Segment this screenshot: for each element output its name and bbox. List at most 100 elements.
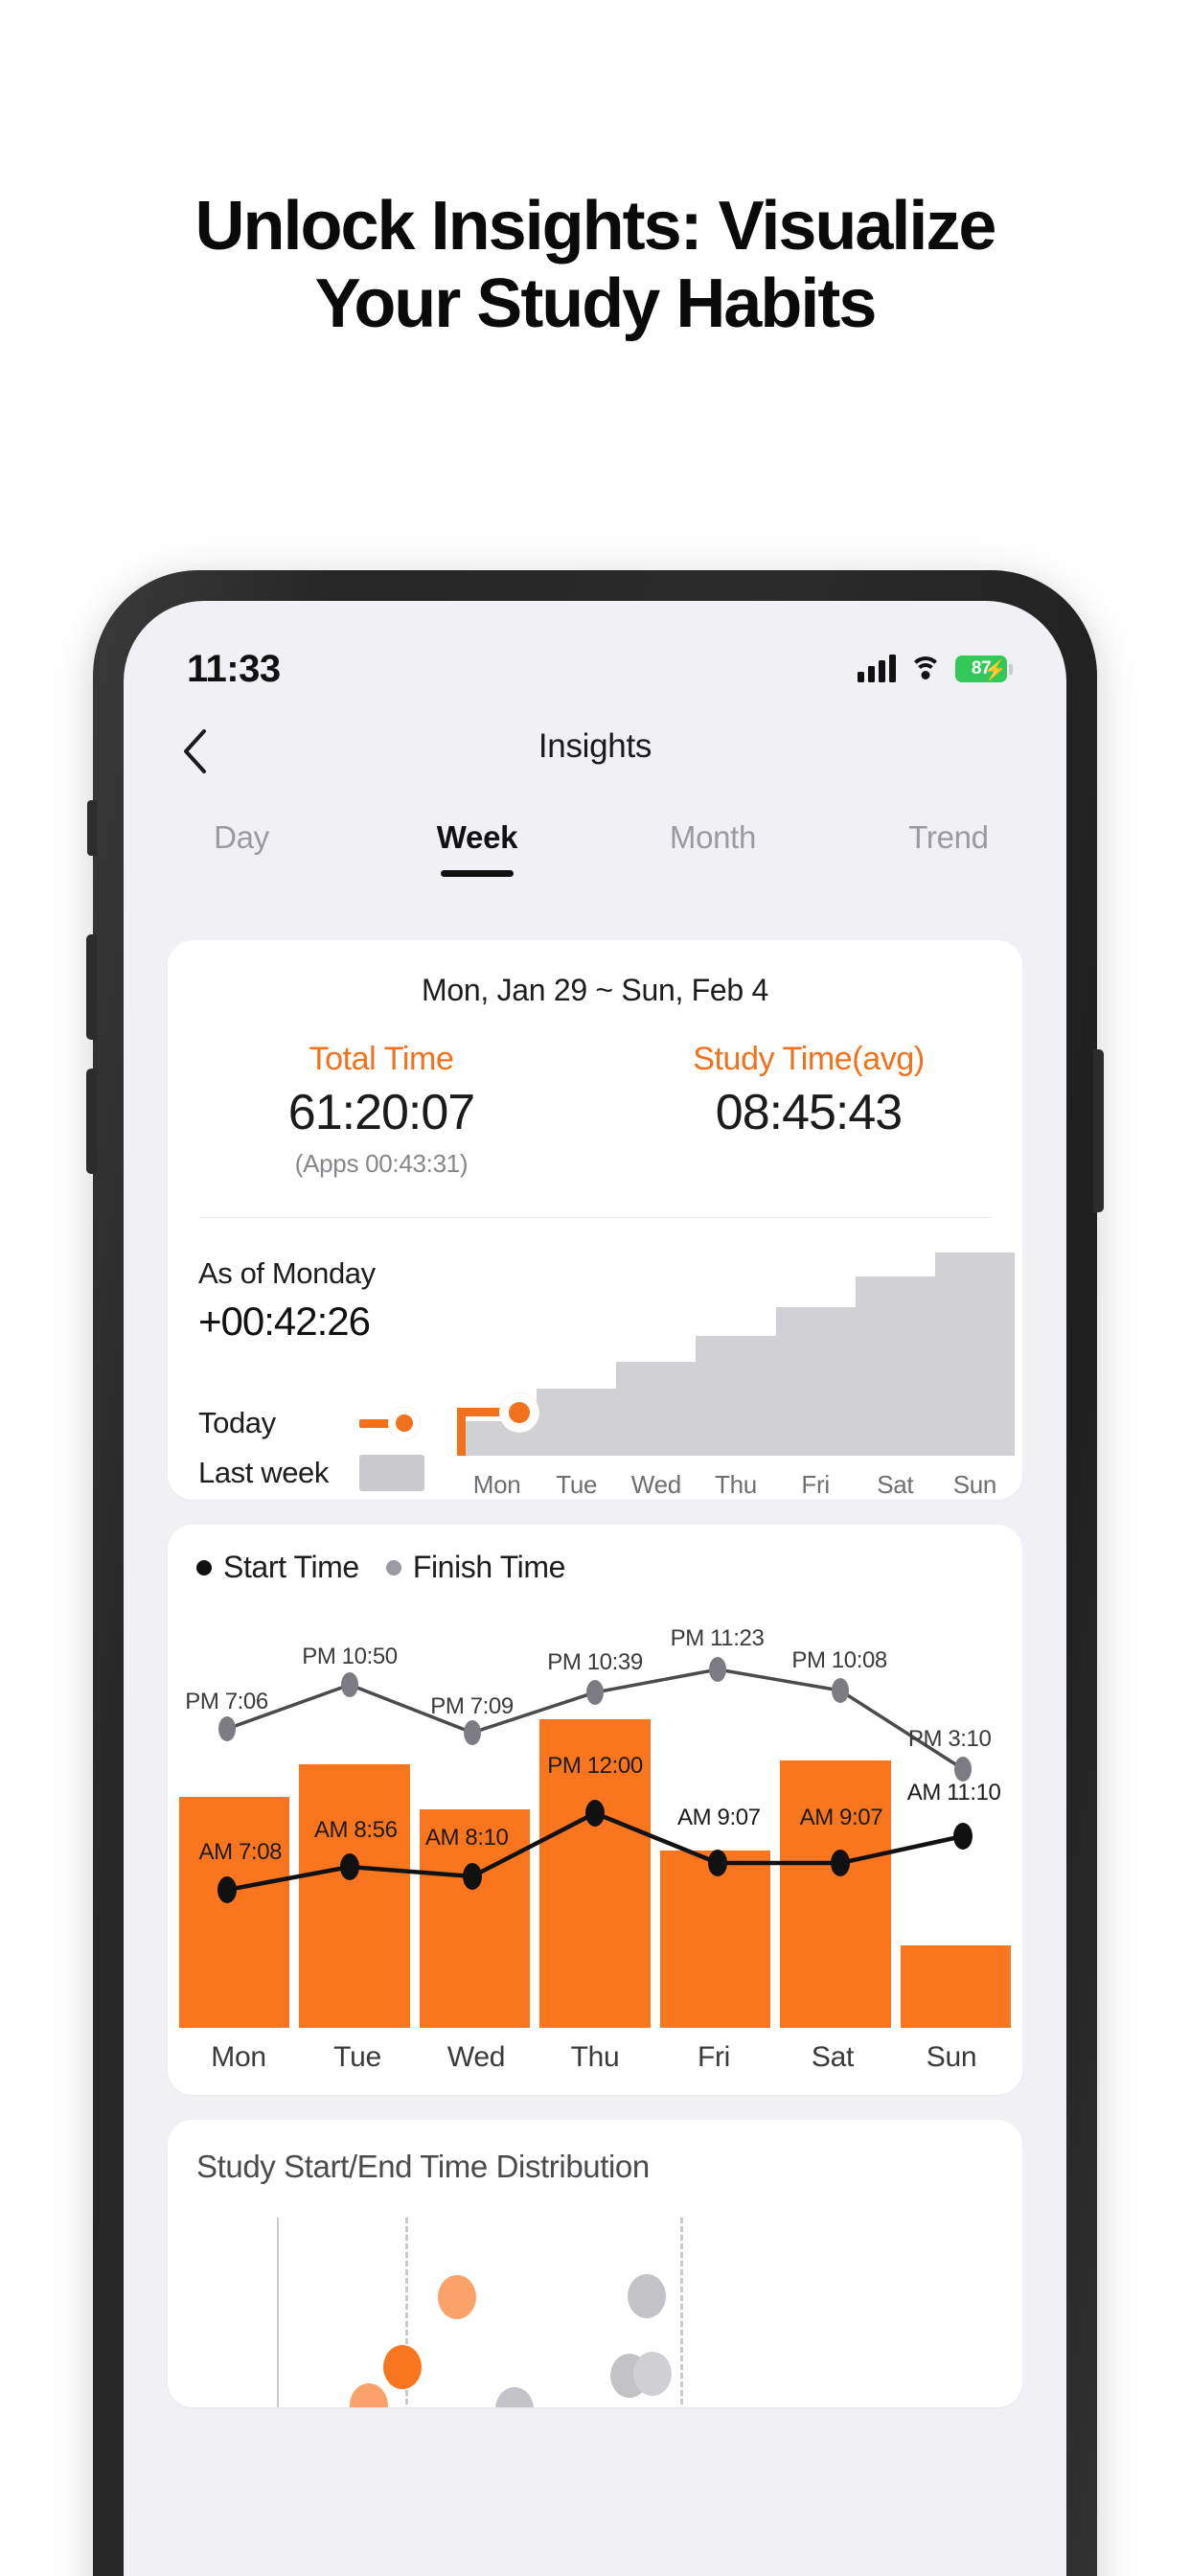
legend-last-week-swatch-icon: [359, 1455, 424, 1491]
start-label-mon: AM 7:08: [198, 1839, 283, 1866]
scatter-dot-start: [438, 2275, 476, 2319]
x2-tick-mon: Mon: [211, 2041, 266, 2073]
legend-row-today: Today: [198, 1398, 457, 1448]
start-time-dot-icon: [196, 1559, 212, 1576]
headline-line-1: Unlock Insights: Visualize: [195, 188, 997, 264]
x-tick-tue: Tue: [556, 1470, 598, 1499]
navigation-bar: Insights: [124, 708, 1066, 800]
cumulative-step-chart: Mon Tue Wed Thu Fri Sat Sun: [457, 1253, 1015, 1500]
legend-start-time-label: Start Time: [223, 1550, 359, 1584]
legend-start-time: Start Time: [196, 1550, 359, 1585]
x-tick-thu: Thu: [715, 1470, 757, 1499]
tab-trend[interactable]: Trend: [831, 810, 1066, 856]
x2-tick-thu: Thu: [570, 2041, 620, 2073]
phone-screen: 11:33 87 ⚡ Insights Day Week Month Trend…: [124, 601, 1066, 2576]
wifi-icon: [909, 656, 942, 681]
start-label-sat: AM 9:07: [799, 1804, 883, 1830]
step-bar: [696, 1335, 776, 1456]
finish-label-fri: PM 11:23: [670, 1624, 765, 1651]
legend-row-last-week: Last week: [198, 1448, 457, 1498]
avg-study-time-label: Study Time(avg): [693, 1041, 925, 1077]
as-of-left-column: As of Monday +00:42:26 Today Last week: [198, 1253, 457, 1500]
volume-down-button[interactable]: [86, 1069, 97, 1174]
volume-up-button[interactable]: [86, 934, 97, 1040]
weekly-summary-card: Mon, Jan 29 ~ Sun, Feb 4 Total Time 61:2…: [168, 940, 1022, 1500]
step-bar: [775, 1307, 856, 1456]
legend-last-week-label: Last week: [198, 1456, 329, 1489]
step-bar: [855, 1276, 935, 1456]
legend-finish-time-label: Finish Time: [412, 1550, 566, 1584]
start-finish-chart: PM 7:06 PM 10:50 PM 7:09 PM 10:39 PM 11:…: [168, 1616, 1022, 2028]
phone-mockup: 11:33 87 ⚡ Insights Day Week Month Trend…: [86, 570, 1104, 2576]
as-of-delta-value: +00:42:26: [198, 1299, 371, 1344]
period-tabs: Day Week Month Trend: [124, 810, 1066, 906]
avg-study-time-block: Study Time(avg) 08:45:43: [595, 1041, 1022, 1179]
finish-label-wed: PM 7:09: [430, 1692, 514, 1719]
x2-tick-sat: Sat: [811, 2041, 855, 2073]
start-label-thu: PM 12:00: [547, 1752, 643, 1779]
legend-finish-time: Finish Time: [385, 1550, 566, 1585]
legend-today-label: Today: [198, 1406, 276, 1439]
scatter-dot-end: [628, 2274, 666, 2318]
finish-label-tue: PM 10:50: [302, 1644, 398, 1669]
page-title: Unlock Insights: Visualize Your Study Ha…: [0, 188, 1190, 342]
start-finish-legend: Start Time Finish Time: [168, 1550, 1022, 1585]
promo-page: Unlock Insights: Visualize Your Study Ha…: [0, 0, 1190, 2576]
x2-tick-sun: Sun: [926, 2041, 977, 2073]
finish-label-mon: PM 7:06: [185, 1689, 268, 1715]
time-line-overlay: [217, 1657, 973, 1903]
y-axis-line: [277, 2218, 279, 2407]
apps-time-value: (Apps 00:43:31): [294, 1149, 469, 1178]
distribution-title: Study Start/End Time Distribution: [196, 2149, 650, 2184]
screen-title: Insights: [538, 727, 652, 765]
start-label-tue: AM 8:56: [313, 1816, 398, 1843]
mute-switch-button[interactable]: [87, 800, 97, 856]
tab-month[interactable]: Month: [595, 810, 831, 856]
as-of-label: As of Monday: [198, 1256, 376, 1290]
scatter-dot-end: [633, 2352, 672, 2396]
x-tick-mon: Mon: [472, 1470, 521, 1499]
step-chart-x-axis: Mon Tue Wed Thu Fri Sat Sun: [457, 1470, 1015, 1500]
finish-time-dot-icon: [385, 1559, 401, 1576]
start-finish-x-axis: Mon Tue Wed Thu Fri Sat Sun: [168, 2028, 1022, 2095]
insights-scroll-area[interactable]: Mon, Jan 29 ~ Sun, Feb 4 Total Time 61:2…: [124, 940, 1066, 2576]
step-bar: [616, 1362, 697, 1456]
step-chart-legend: Today Last week: [198, 1398, 457, 1498]
x-tick-fri: Fri: [801, 1470, 830, 1499]
x2-tick-tue: Tue: [333, 2041, 381, 2073]
distribution-scatter-plot: Hours: [196, 2218, 994, 2407]
totals-row: Total Time 61:20:07 (Apps 00:43:31) Stud…: [168, 1041, 1022, 1179]
start-label-wed: AM 8:10: [424, 1825, 509, 1852]
x-tick-wed: Wed: [630, 1470, 681, 1499]
distribution-card: Study Start/End Time Distribution Hours: [168, 2120, 1022, 2407]
x-tick-sat: Sat: [877, 1470, 914, 1499]
total-time-value: 61:20:07: [287, 1085, 475, 1140]
step-bars: [457, 1253, 1015, 1456]
scatter-dot-start: [383, 2345, 422, 2389]
avg-study-time-value: 08:45:43: [715, 1085, 903, 1140]
x2-tick-wed: Wed: [446, 2041, 506, 2073]
start-label-sun: AM 11:10: [906, 1779, 1001, 1806]
cellular-bars-icon: [858, 655, 896, 682]
charging-bolt-icon: ⚡: [983, 660, 1007, 681]
total-time-block: Total Time 61:20:07 (Apps 00:43:31): [168, 1041, 595, 1179]
gridline-2: [680, 2218, 683, 2407]
status-bar-indicators: 87 ⚡: [858, 655, 1013, 682]
date-range-label: Mon, Jan 29 ~ Sun, Feb 4: [422, 973, 768, 1007]
power-button[interactable]: [1093, 1049, 1104, 1212]
start-label-fri: AM 9:07: [677, 1804, 761, 1830]
legend-today-marker-icon: [359, 1407, 424, 1439]
finish-label-sat: PM 10:08: [791, 1647, 887, 1674]
status-bar-clock: 11:33: [187, 647, 281, 690]
total-time-label: Total Time: [309, 1041, 454, 1077]
tab-week[interactable]: Week: [359, 810, 595, 856]
scatter-dot-end: [495, 2387, 534, 2407]
tab-day[interactable]: Day: [124, 810, 359, 856]
x2-tick-fri: Fri: [697, 2041, 731, 2073]
status-bar: 11:33 87 ⚡: [124, 601, 1066, 704]
finish-label-thu: PM 10:39: [547, 1649, 643, 1676]
scatter-dot-start: [350, 2383, 388, 2407]
headline-line-2: Your Study Habits: [314, 264, 878, 342]
as-of-section: As of Monday +00:42:26 Today Last week M…: [168, 1218, 1022, 1500]
battery-charging-icon: 87 ⚡: [955, 656, 1013, 682]
